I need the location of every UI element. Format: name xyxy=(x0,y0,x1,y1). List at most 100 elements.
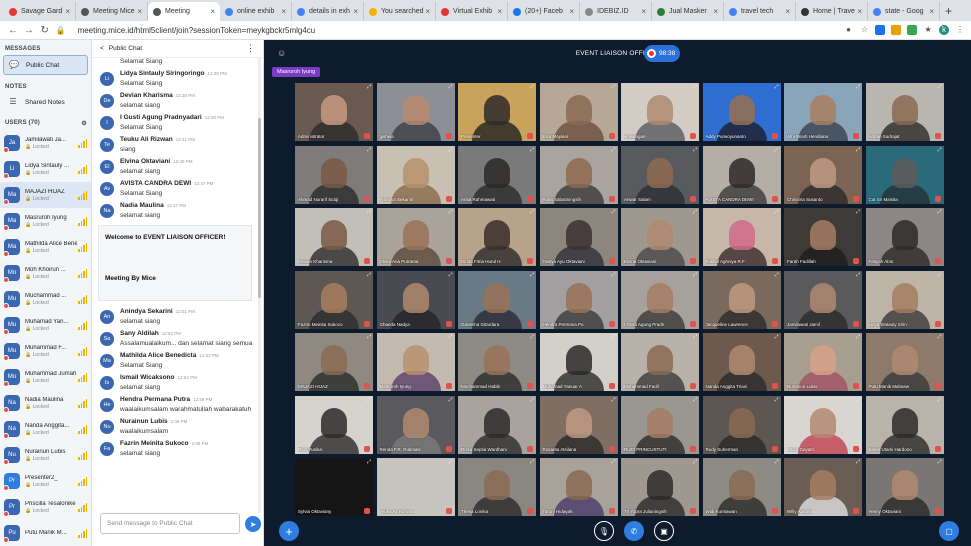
fullscreen-icon[interactable]: ⤢ xyxy=(611,334,615,340)
extension-icon[interactable] xyxy=(875,25,886,35)
video-tile[interactable]: ⤢ AVISTA CANDRA DEWI xyxy=(702,145,781,204)
screen-share-button[interactable]: ▢ xyxy=(939,521,959,541)
video-tile[interactable]: ⤢ Rudy Suherman xyxy=(702,395,781,454)
video-tile[interactable]: ⤢ Dhika Aria Putranta xyxy=(376,208,455,266)
fullscreen-icon[interactable]: ⤢ xyxy=(856,209,860,215)
close-icon[interactable]: × xyxy=(281,7,286,16)
video-tile[interactable]: ⤢ Addy Purwoyunanto xyxy=(702,83,781,141)
fullscreen-icon[interactable]: ⤢ xyxy=(448,84,452,90)
fullscreen-icon[interactable]: ⤢ xyxy=(611,147,615,153)
extension-icon[interactable] xyxy=(907,25,918,35)
close-icon[interactable]: × xyxy=(929,7,934,16)
video-tile[interactable]: ⤢ Fatiyah Abis xyxy=(865,208,944,266)
video-tile[interactable]: ⤢ Adrian Sudrajat xyxy=(865,83,944,141)
browser-tab[interactable]: state - Goog × xyxy=(868,2,940,21)
fullscreen-icon[interactable]: ⤢ xyxy=(448,147,452,153)
video-tile[interactable]: ⤢ Rizka Septia Wardhani xyxy=(458,395,536,454)
fullscreen-icon[interactable]: ⤢ xyxy=(693,84,697,90)
browser-tab[interactable]: Meeting × xyxy=(148,2,220,21)
fullscreen-icon[interactable]: ⤢ xyxy=(856,147,860,153)
browser-tab[interactable]: Home | Trave × xyxy=(796,2,868,21)
fullscreen-icon[interactable]: ⤢ xyxy=(856,334,860,340)
video-tile[interactable]: ⤢ I Gusti Agung Pradn xyxy=(621,270,699,329)
mute-button[interactable]: 🎙 xyxy=(594,521,614,541)
browser-tab[interactable]: Virtual Exhib × xyxy=(436,2,508,21)
video-tile[interactable]: ⤢ Toruni Hidayah xyxy=(539,458,618,516)
fullscreen-icon[interactable]: ⤢ xyxy=(530,397,534,403)
fullscreen-icon[interactable]: ⤢ xyxy=(530,84,534,90)
actions-button[interactable]: + xyxy=(279,521,299,541)
gear-icon[interactable]: ⚙ xyxy=(81,120,87,127)
video-tile[interactable]: ⤢ Farah Fadillah xyxy=(784,208,862,266)
fullscreen-icon[interactable]: ⤢ xyxy=(774,397,778,403)
user-list-item[interactable]: Pr Presenter2_ 🔒 Locked xyxy=(0,468,91,494)
video-tile[interactable]: ⤢ Renda F.R. Rukman xyxy=(376,395,455,454)
public-chat-item[interactable]: 💬 Public Chat xyxy=(3,55,88,75)
video-tile[interactable]: ⤢ Sekar Utami Hardono xyxy=(865,395,944,454)
fullscreen-icon[interactable]: ⤢ xyxy=(448,397,452,403)
chat-options-icon[interactable]: ⋮ xyxy=(246,43,255,54)
extension-icon[interactable] xyxy=(891,25,902,35)
user-list-item[interactable]: Mo Moh Khoirun ... 🔒 Locked xyxy=(0,260,91,286)
video-tile[interactable]: ⤢ Rosanta Atsilana xyxy=(539,395,618,454)
video-tile[interactable]: ⤢ Anita Sabatiningsih xyxy=(539,145,618,204)
user-list-item[interactable]: Li Lidya Sintauly ... 🔒 Locked xyxy=(0,156,91,182)
video-tile[interactable]: ⤢ Yenny Oktaviani xyxy=(865,458,944,516)
fullscreen-icon[interactable]: ⤢ xyxy=(530,147,534,153)
fullscreen-icon[interactable]: ⤢ xyxy=(367,209,371,215)
url-field[interactable]: meeting.mice.id/html5client/join?session… xyxy=(78,26,838,35)
video-tile[interactable]: ⤢ Elsa Maylani xyxy=(539,83,618,141)
video-tile[interactable]: ⤢ Dwitya Ayu Oktaviani xyxy=(539,208,618,266)
fullscreen-icon[interactable]: ⤢ xyxy=(367,334,371,340)
forward-icon[interactable]: → xyxy=(22,25,36,36)
user-list-item[interactable]: Ma MAJAZI HIJAZ 🔒 Locked xyxy=(0,182,91,208)
video-tile[interactable]: ⤢ Ganesha Gitardara xyxy=(458,270,536,329)
video-tile[interactable]: ⤢ Muhamad Yanuar A xyxy=(539,333,618,391)
video-tile[interactable]: ⤢ Widi Kurniawan xyxy=(702,458,781,516)
video-tile[interactable]: ⤢ Jamilawati Jamil xyxy=(784,270,862,329)
video-tile[interactable]: ⤢ Fazrin Meinita Sukoco xyxy=(295,270,373,329)
video-tile[interactable]: ⤢ wuwangan xyxy=(621,83,699,141)
chat-scrollbar[interactable] xyxy=(258,58,261,513)
reload-icon[interactable]: ↻ xyxy=(38,25,52,36)
browser-tab[interactable]: Savage Gard × xyxy=(4,2,76,21)
fullscreen-icon[interactable]: ⤢ xyxy=(611,397,615,403)
fullscreen-icon[interactable]: ⤢ xyxy=(937,272,941,278)
close-icon[interactable]: × xyxy=(857,7,862,16)
close-icon[interactable]: × xyxy=(713,7,718,16)
close-icon[interactable]: × xyxy=(137,7,142,16)
fullscreen-icon[interactable]: ⤢ xyxy=(937,84,941,90)
video-tile[interactable]: ⤢ Sylvia Oktaviany xyxy=(295,458,373,516)
fullscreen-icon[interactable]: ⤢ xyxy=(611,209,615,215)
fullscreen-icon[interactable]: ⤢ xyxy=(448,459,452,465)
video-tile[interactable]: ⤢ Nanda Anggita Triani xyxy=(702,333,781,391)
fullscreen-icon[interactable]: ⤢ xyxy=(774,459,778,465)
back-icon[interactable]: ← xyxy=(6,25,20,36)
menu-kebab-icon[interactable]: ⋮ xyxy=(955,25,965,35)
user-list-item[interactable]: Mu Muhammad Jumah ...🔒 Locked xyxy=(0,364,91,390)
video-tile[interactable]: ⤢ Anita Rahmawati xyxy=(458,145,536,204)
video-tile[interactable]: ⤢ Tri Yopra Julianingsih xyxy=(621,458,699,516)
fullscreen-icon[interactable]: ⤢ xyxy=(937,209,941,215)
user-list-item[interactable]: Ma Masruroh Iyung 🔒 Locked xyxy=(0,208,91,234)
fullscreen-icon[interactable]: ⤢ xyxy=(856,272,860,278)
lock-icon[interactable]: 🔒 xyxy=(54,26,68,35)
chat-input[interactable]: Send message to Public Chat xyxy=(100,513,240,534)
video-tile[interactable]: ⤢ Jacqueline Lawrence xyxy=(702,270,781,329)
close-icon[interactable]: × xyxy=(569,7,574,16)
share-webcam-button[interactable]: ▣ xyxy=(654,521,674,541)
video-tile[interactable]: ⤢ Anindya Sekarini xyxy=(376,145,455,204)
profile-avatar[interactable]: k xyxy=(939,25,950,35)
video-tile[interactable]: ⤢ Lidya Sintauly Sirin xyxy=(865,270,944,329)
fullscreen-icon[interactable]: ⤢ xyxy=(856,459,860,465)
user-list-item[interactable]: Na Nanda Anggita... 🔒 Locked xyxy=(0,416,91,442)
fullscreen-icon[interactable]: ⤢ xyxy=(530,272,534,278)
video-tile[interactable]: ⤢ RUDI PRINCUSTUTI xyxy=(621,395,699,454)
fullscreen-icon[interactable]: ⤢ xyxy=(693,147,697,153)
fullscreen-icon[interactable]: ⤢ xyxy=(530,459,534,465)
close-icon[interactable]: × xyxy=(210,7,215,16)
browser-tab[interactable]: online exhib × xyxy=(220,2,292,21)
video-tile[interactable]: ⤢ Afni Wiarti Hendiana xyxy=(784,83,862,141)
fullscreen-icon[interactable]: ⤢ xyxy=(693,272,697,278)
fullscreen-icon[interactable]: ⤢ xyxy=(937,147,941,153)
